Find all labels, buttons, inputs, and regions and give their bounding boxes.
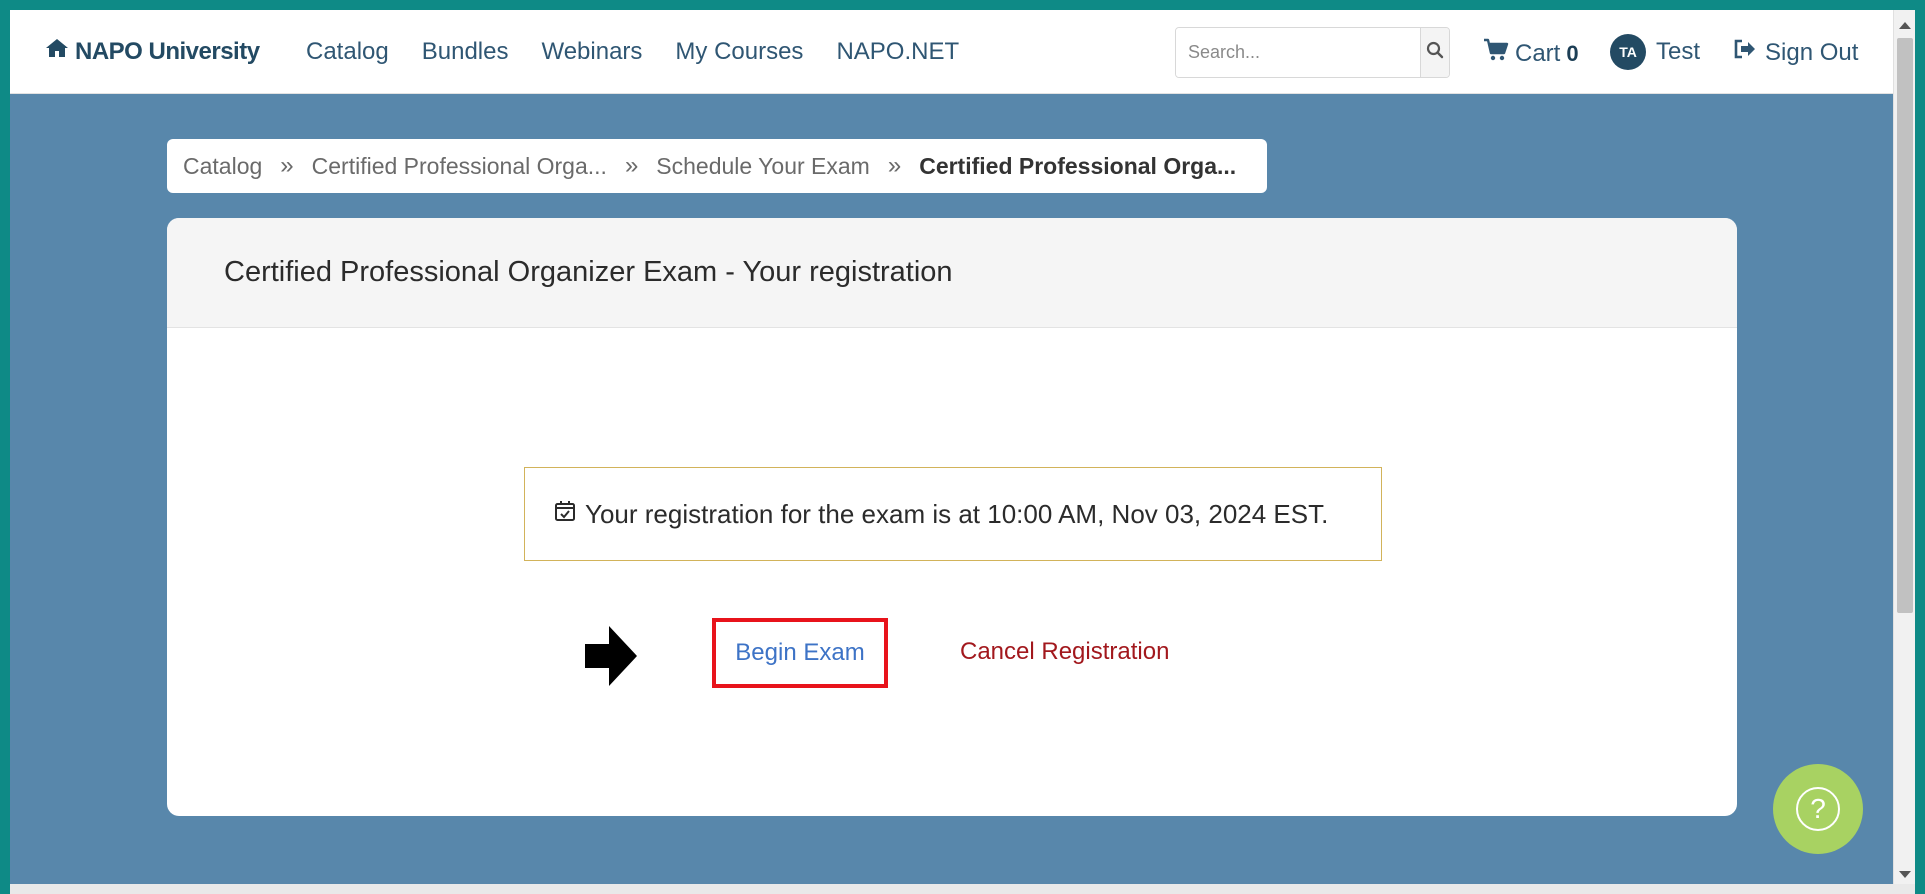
- nav-napo-net[interactable]: NAPO.NET: [836, 38, 959, 66]
- bottom-strip: [10, 884, 1915, 894]
- search-input[interactable]: [1176, 28, 1420, 77]
- avatar: TA: [1610, 34, 1646, 70]
- arrow-right-icon: [585, 626, 637, 691]
- top-navbar: NAPO University Catalog Bundles Webinars…: [10, 10, 1893, 94]
- brand-link[interactable]: NAPO University: [45, 37, 260, 66]
- main-nav: Catalog Bundles Webinars My Courses NAPO…: [306, 38, 992, 66]
- nav-catalog[interactable]: Catalog: [306, 38, 389, 66]
- home-icon: [45, 37, 69, 66]
- search-icon: [1426, 41, 1444, 64]
- user-name: Test: [1656, 38, 1701, 65]
- cart-label: Cart: [1515, 39, 1561, 67]
- cart-link[interactable]: Cart 0: [1483, 38, 1579, 69]
- registration-card: Certified Professional Organizer Exam - …: [167, 218, 1737, 816]
- breadcrumb-course[interactable]: Certified Professional Orga...: [312, 153, 607, 180]
- breadcrumb-separator-icon: »: [280, 152, 294, 179]
- breadcrumb-schedule[interactable]: Schedule Your Exam: [656, 153, 870, 180]
- question-mark-icon: ?: [1796, 787, 1840, 831]
- sign-out-link[interactable]: Sign Out: [1733, 38, 1858, 67]
- registration-notice: Your registration for the exam is at 10:…: [524, 467, 1382, 561]
- breadcrumb-current: Certified Professional Orga...: [919, 152, 1237, 179]
- nav-webinars[interactable]: Webinars: [541, 38, 642, 66]
- page-title: Certified Professional Organizer Exam - …: [224, 256, 953, 288]
- scroll-down-icon[interactable]: [1899, 871, 1911, 878]
- scrollbar-thumb[interactable]: [1897, 38, 1913, 613]
- nav-my-courses[interactable]: My Courses: [675, 38, 803, 66]
- sign-out-icon: [1733, 38, 1757, 67]
- user-menu[interactable]: TA Test: [1610, 34, 1700, 70]
- breadcrumb: Catalog » Certified Professional Orga...…: [167, 139, 1267, 193]
- cart-count: 0: [1566, 40, 1579, 66]
- breadcrumb-separator-icon: »: [887, 152, 902, 179]
- search-button[interactable]: [1420, 28, 1449, 77]
- begin-exam-label: Begin Exam: [735, 639, 865, 666]
- card-header: Certified Professional Organizer Exam - …: [167, 218, 1737, 328]
- brand-name: NAPO University: [75, 37, 260, 65]
- app-frame: NAPO University Catalog Bundles Webinars…: [10, 10, 1915, 894]
- breadcrumb-catalog[interactable]: Catalog: [183, 153, 262, 180]
- scroll-up-icon[interactable]: [1899, 22, 1911, 29]
- nav-bundles[interactable]: Bundles: [422, 38, 509, 66]
- breadcrumb-separator-icon: »: [624, 152, 639, 179]
- cart-icon: [1483, 38, 1509, 69]
- begin-exam-button[interactable]: Begin Exam: [712, 618, 888, 688]
- search-box: [1175, 27, 1450, 78]
- registration-notice-text: Your registration for the exam is at 10:…: [585, 498, 1329, 529]
- help-button[interactable]: ?: [1773, 764, 1863, 854]
- calendar-check-icon: [553, 499, 577, 530]
- cancel-registration-button[interactable]: Cancel Registration: [960, 638, 1169, 666]
- vertical-scrollbar[interactable]: [1893, 10, 1915, 884]
- sign-out-label: Sign Out: [1765, 38, 1859, 66]
